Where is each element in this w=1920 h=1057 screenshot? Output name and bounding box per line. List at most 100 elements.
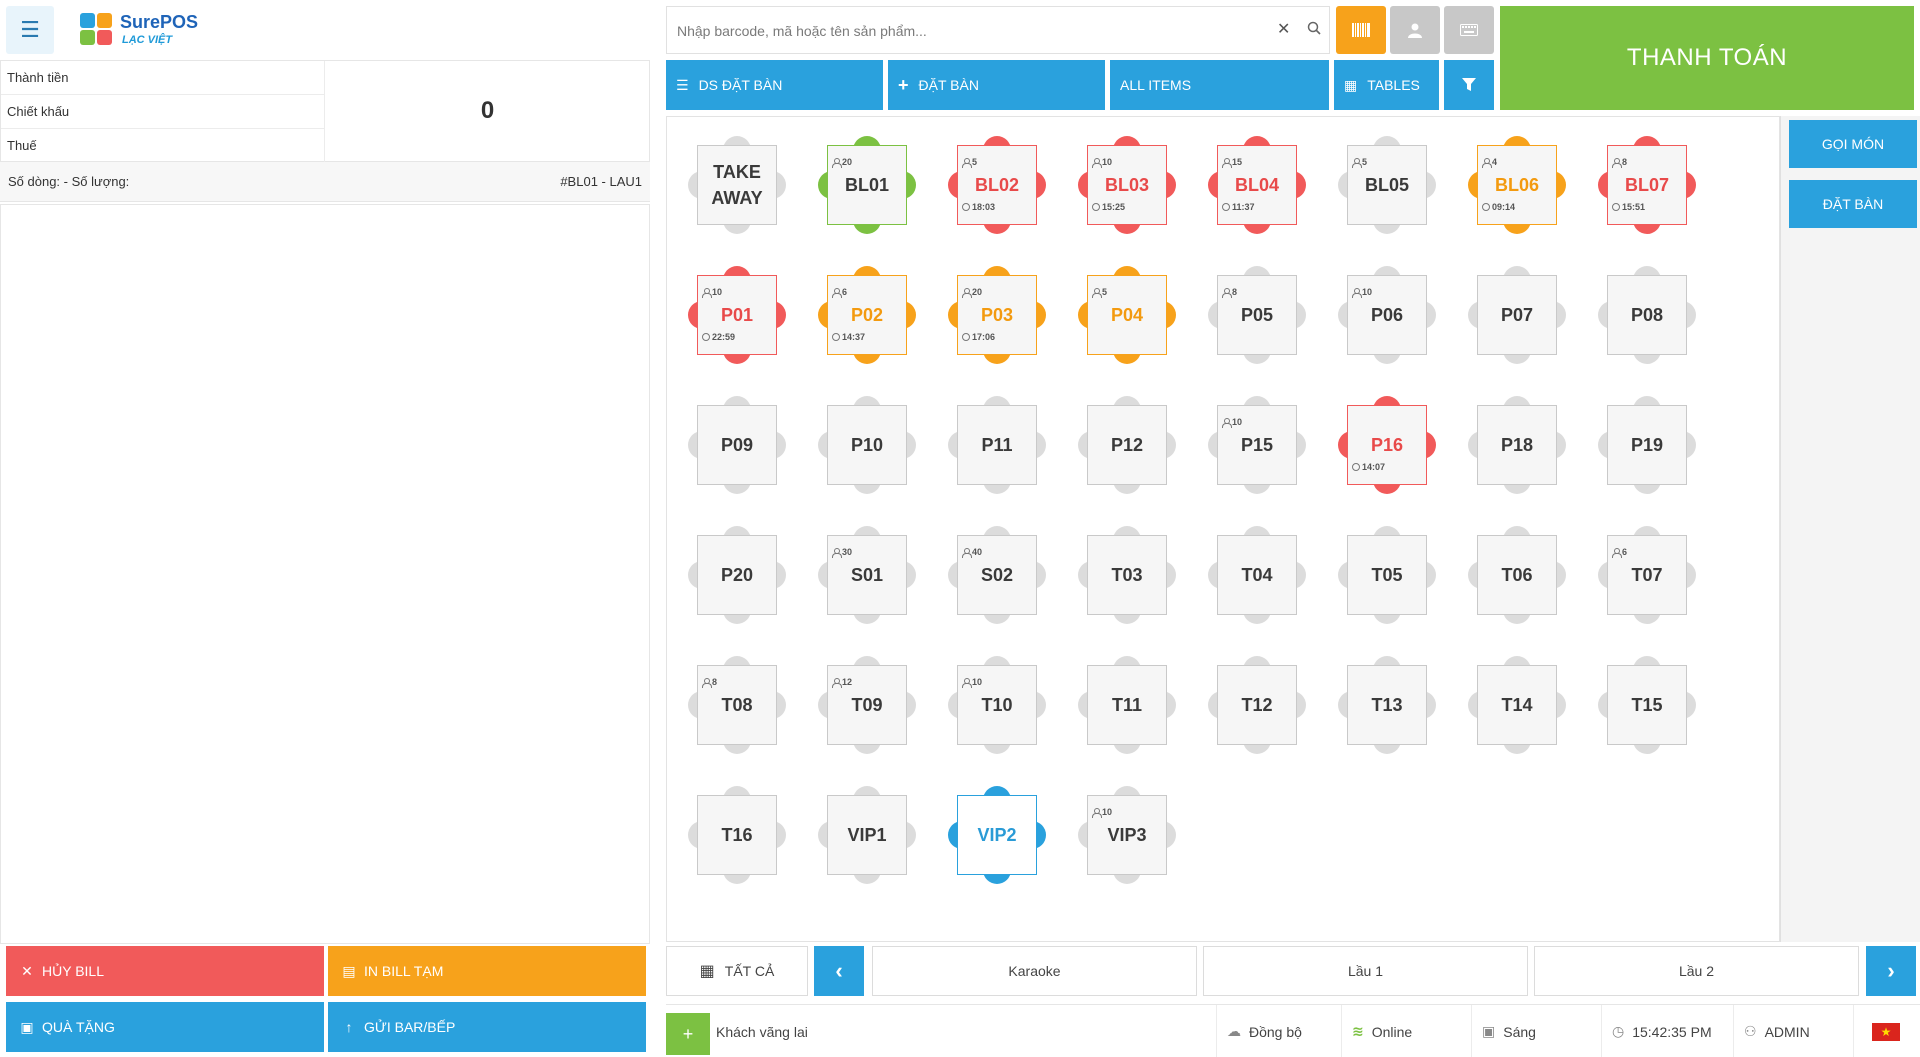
table-card[interactable]: P02 6 14:37 — [818, 266, 916, 364]
table-box: BL06 4 09:14 — [1477, 145, 1557, 225]
menu-icon: ☰ — [20, 17, 40, 42]
filter-button[interactable] — [1444, 60, 1494, 110]
person-icon — [1612, 157, 1622, 168]
table-box: T12 — [1217, 665, 1297, 745]
brand-tagline: LẠC VIỆT — [122, 34, 173, 46]
pay-button[interactable]: THANH TOÁN — [1500, 6, 1914, 110]
table-card[interactable]: T03 — [1078, 526, 1176, 624]
table-card[interactable]: T09 12 — [818, 656, 916, 754]
add-customer-button[interactable]: + — [666, 1013, 710, 1055]
table-card[interactable]: BL06 4 09:14 — [1468, 136, 1566, 234]
person-icon — [832, 547, 842, 558]
table-card[interactable]: P11 — [948, 396, 1046, 494]
floor-tab-lau-2[interactable]: Lầu 2 — [1534, 946, 1859, 996]
table-card[interactable]: T16 — [688, 786, 786, 884]
person-icon — [962, 547, 972, 558]
table-card[interactable]: TAKE AWAY — [688, 136, 786, 234]
order-items-list[interactable] — [0, 204, 650, 944]
table-card[interactable]: BL03 10 15:25 — [1078, 136, 1176, 234]
table-card[interactable]: T13 — [1338, 656, 1436, 754]
table-card[interactable]: P06 10 — [1338, 266, 1436, 364]
search-input[interactable] — [677, 19, 1257, 43]
table-card[interactable]: P10 — [818, 396, 916, 494]
table-box: P02 6 14:37 — [827, 275, 907, 355]
print-temp-bill-button[interactable]: ▤ IN BILL TẠM — [328, 946, 646, 996]
table-card[interactable]: P03 20 17:06 — [948, 266, 1046, 364]
table-card[interactable]: BL02 5 18:03 — [948, 136, 1046, 234]
table-card[interactable]: BL07 8 15:51 — [1598, 136, 1696, 234]
table-card[interactable]: P19 — [1598, 396, 1696, 494]
table-card[interactable]: P08 — [1598, 266, 1696, 364]
table-box: VIP2 — [957, 795, 1037, 875]
table-name: T13 — [1371, 695, 1403, 715]
table-card[interactable]: VIP3 10 — [1078, 786, 1176, 884]
list-icon: ☰ — [676, 76, 689, 93]
table-card[interactable]: P12 — [1078, 396, 1176, 494]
table-card[interactable]: T04 — [1208, 526, 1306, 624]
clock-icon — [832, 333, 840, 341]
floor-next-button[interactable]: › — [1866, 946, 1916, 996]
gift-button[interactable]: ▣ QUÀ TẶNG — [6, 1002, 324, 1052]
add-user-icon: + — [682, 1023, 694, 1044]
table-card[interactable]: S02 40 — [948, 526, 1046, 624]
table-card[interactable]: P16 14:07 — [1338, 396, 1436, 494]
table-card[interactable]: T06 — [1468, 526, 1566, 624]
table-card[interactable]: P20 — [688, 526, 786, 624]
table-card[interactable]: T05 — [1338, 526, 1436, 624]
table-card[interactable]: S01 30 — [818, 526, 916, 624]
table-card[interactable]: P18 — [1468, 396, 1566, 494]
table-card[interactable]: T08 8 — [688, 656, 786, 754]
customer-name[interactable]: Khách vãng lai — [716, 1005, 808, 1057]
occupied-time: 09:14 — [1482, 194, 1515, 220]
all-items-button[interactable]: ALL ITEMS — [1110, 60, 1329, 110]
table-card[interactable]: T11 — [1078, 656, 1176, 754]
table-name: P15 — [1240, 435, 1274, 455]
brand-name: SurePOS — [120, 12, 199, 32]
floor-tab-lau-1[interactable]: Lầu 1 — [1203, 946, 1528, 996]
book-table-button[interactable]: ĐẶT BÀN — [1789, 180, 1917, 228]
hamburger-menu-button[interactable]: ☰ — [6, 6, 54, 54]
language-selector[interactable]: ★ — [1853, 1005, 1920, 1057]
table-card[interactable]: VIP2 — [948, 786, 1046, 884]
table-card[interactable]: BL01 20 — [818, 136, 916, 234]
tables-button[interactable]: ▦ TABLES — [1334, 60, 1439, 110]
guest-count: 10 — [702, 279, 722, 305]
floor-tab-karaoke[interactable]: Karaoke — [872, 946, 1197, 996]
table-card[interactable]: T10 10 — [948, 656, 1046, 754]
table-card[interactable]: P15 10 — [1208, 396, 1306, 494]
chevron-left-icon: ‹ — [835, 958, 843, 983]
table-box: S02 40 — [957, 535, 1037, 615]
table-card[interactable]: T12 — [1208, 656, 1306, 754]
clear-icon[interactable]: ✕ — [1277, 19, 1290, 39]
keyboard-button[interactable] — [1444, 6, 1494, 54]
user-menu[interactable]: ⚇ ADMIN — [1733, 1005, 1853, 1057]
table-card[interactable]: BL05 5 — [1338, 136, 1436, 234]
cancel-bill-button[interactable]: ✕ HỦY BILL — [6, 946, 324, 996]
send-kitchen-button[interactable]: ↑ GỬI BAR/BẾP — [328, 1002, 646, 1052]
clock-icon — [1612, 203, 1620, 211]
table-box: P12 — [1087, 405, 1167, 485]
table-card[interactable]: P09 — [688, 396, 786, 494]
table-card[interactable]: P07 — [1468, 266, 1566, 364]
booking-list-button[interactable]: ☰ DS ĐẶT BÀN — [666, 60, 883, 110]
table-card[interactable]: P01 10 22:59 — [688, 266, 786, 364]
barcode-button[interactable] — [1336, 6, 1386, 54]
table-card[interactable]: BL04 15 11:37 — [1208, 136, 1306, 234]
table-name: VIP2 — [977, 825, 1017, 845]
add-booking-button[interactable]: + ĐẶT BÀN — [888, 60, 1105, 110]
table-box: P06 10 — [1347, 275, 1427, 355]
table-card[interactable]: P04 5 — [1078, 266, 1176, 364]
current-table-ref: #BL01 - LAU1 — [560, 174, 642, 189]
guest-count: 8 — [1222, 279, 1237, 305]
table-card[interactable]: T14 — [1468, 656, 1566, 754]
order-food-button[interactable]: GỌI MÓN — [1789, 120, 1917, 168]
table-card[interactable]: VIP1 — [818, 786, 916, 884]
sync-status[interactable]: ☁ Đồng bộ — [1216, 1005, 1341, 1057]
table-card[interactable]: P05 8 — [1208, 266, 1306, 364]
table-card[interactable]: T07 6 — [1598, 526, 1696, 624]
customer-button[interactable] — [1390, 6, 1440, 54]
floor-prev-button[interactable]: ‹ — [814, 946, 864, 996]
floor-tab-all[interactable]: ▦ TẤT CẢ — [666, 946, 808, 996]
table-card[interactable]: T15 — [1598, 656, 1696, 754]
search-icon[interactable] — [1307, 21, 1321, 35]
